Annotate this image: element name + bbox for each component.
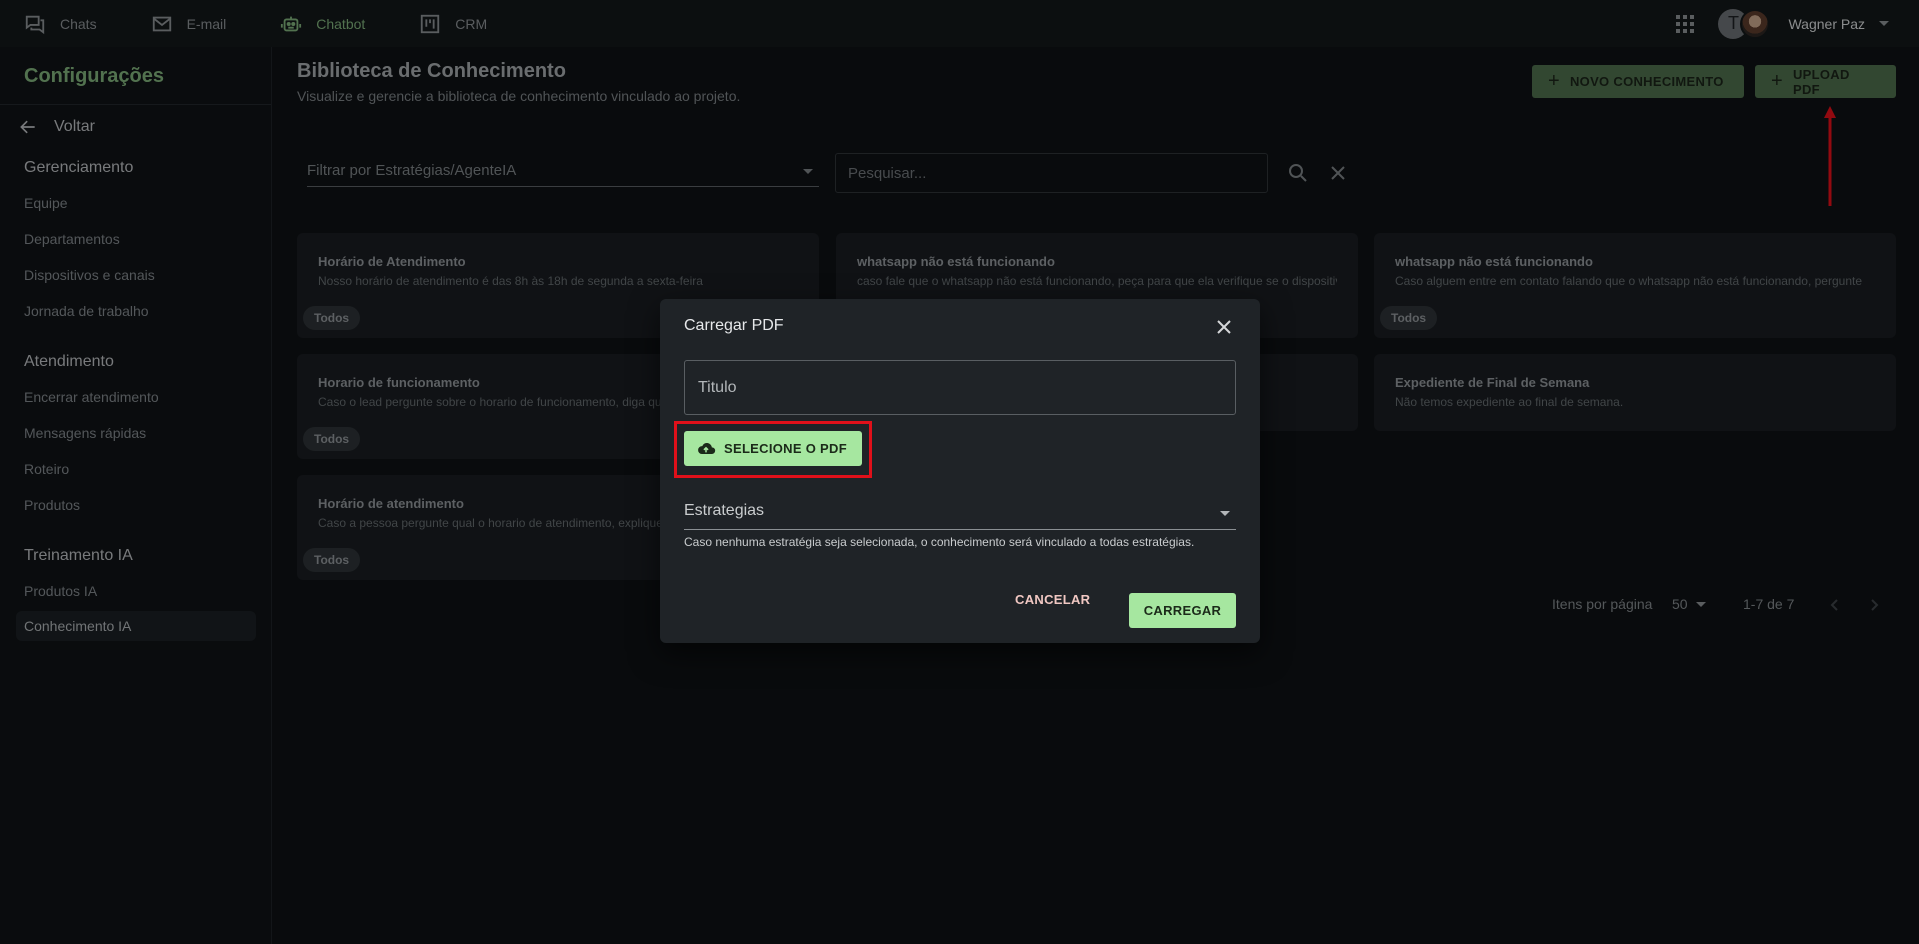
- chevron-down-icon: [1220, 511, 1230, 516]
- title-input[interactable]: Titulo: [684, 360, 1236, 415]
- submit-button[interactable]: CARREGAR: [1129, 593, 1236, 628]
- dialog-title: Carregar PDF: [684, 317, 784, 334]
- strategies-select[interactable]: Estrategias: [684, 502, 1236, 530]
- strategies-helper-text: Caso nenhuma estratégia seja selecionada…: [684, 535, 1195, 549]
- select-pdf-button[interactable]: SELECIONE O PDF: [684, 431, 862, 466]
- cancel-button[interactable]: CANCELAR: [1015, 592, 1090, 607]
- close-icon[interactable]: [1214, 317, 1234, 337]
- title-placeholder: Titulo: [698, 379, 737, 396]
- cloud-upload-icon: [698, 442, 716, 454]
- strategies-label: Estrategias: [684, 502, 765, 519]
- select-pdf-label: SELECIONE O PDF: [724, 441, 847, 456]
- upload-pdf-dialog: Carregar PDF Titulo SELECIONE O PDF Estr…: [660, 299, 1260, 643]
